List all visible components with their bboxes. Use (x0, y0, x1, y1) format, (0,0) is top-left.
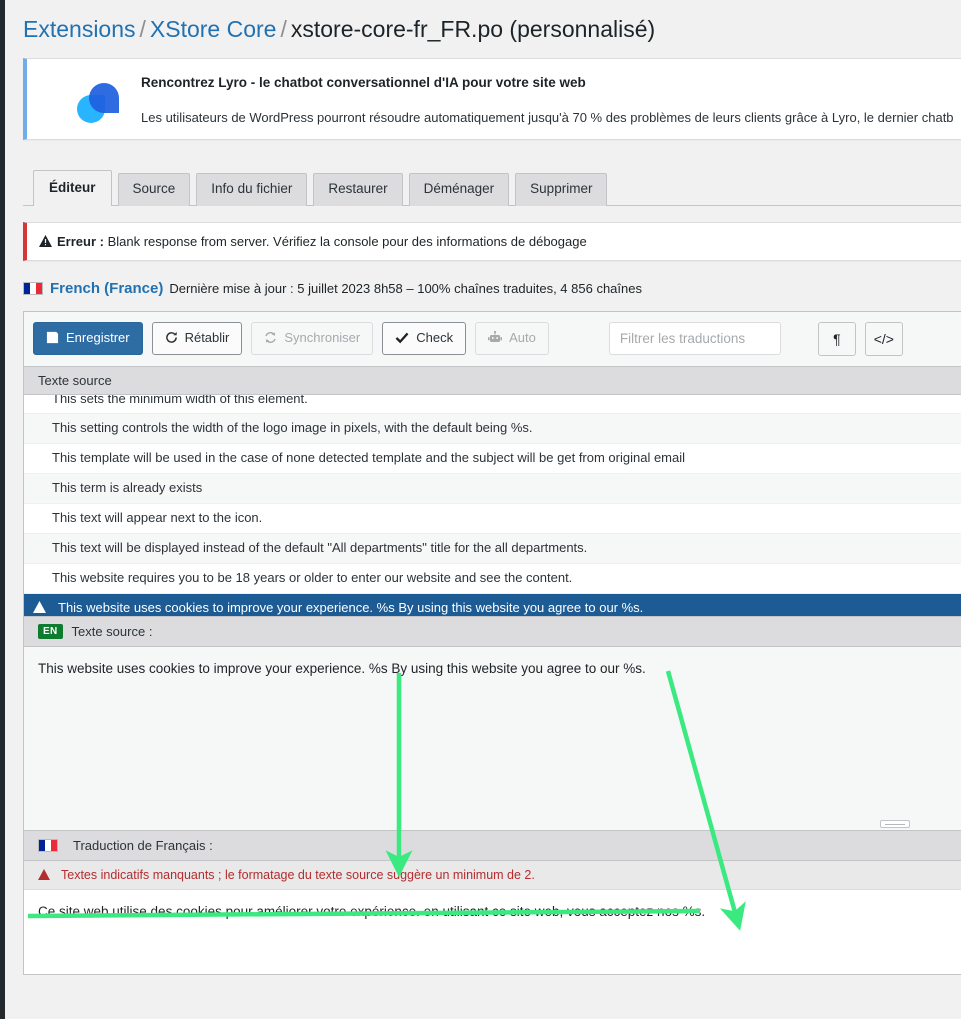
auto-translate-button-label: Auto (509, 330, 536, 346)
language-badge-en: EN (38, 623, 63, 639)
table-row[interactable]: This template will be used in the case o… (24, 444, 961, 475)
breadcrumb-separator-2: / (280, 16, 287, 42)
robot-icon (488, 330, 503, 346)
translation-warning: Textes indicatifs manquants ; le formata… (24, 860, 961, 890)
refresh-cw-icon (165, 331, 178, 346)
table-header-texte-source: Texte source (24, 365, 961, 395)
tab-demenager[interactable]: Déménager (408, 173, 510, 206)
show-code-toggle-button[interactable]: </> (864, 321, 903, 356)
notice-description: Les utilisateurs de WordPress pourront r… (141, 109, 953, 125)
page-root: Extensions / XStore Core / xstore-core-fr_FR… (0, 0, 961, 1019)
table-row-selected-label: This website uses cookies to improve you… (58, 599, 644, 615)
sync-button[interactable]: Synchroniser (251, 322, 374, 356)
translation-label: Traduction de Français : (73, 837, 213, 853)
resize-handle[interactable] (880, 819, 910, 828)
translation-editor-panel: Enregistrer Rétablir Synchroniser Check … (23, 310, 961, 975)
language-summary: French (France) Dernière mise à jour : 5… (23, 280, 961, 297)
content-column: Extensions / XStore Core / xstore-core-fr_FR… (5, 0, 961, 1019)
revert-button[interactable]: Rétablir (151, 322, 243, 356)
notice-title: Rencontrez Lyro - le chatbot conversatio… (141, 74, 586, 90)
show-whitespace-toggle-button[interactable]: ¶ (817, 321, 856, 356)
auto-translate-button[interactable]: Auto (475, 322, 549, 356)
translation-header: Traduction de Français : (24, 829, 961, 861)
warning-triangle-icon (33, 600, 46, 616)
code-icon: </> (873, 330, 894, 347)
table-row[interactable]: This text will be displayed instead of t… (24, 533, 961, 564)
flag-france-icon (23, 281, 43, 295)
revert-button-label: Rétablir (184, 330, 230, 346)
table-row[interactable]: This sets the minimum width of this elem… (24, 395, 961, 415)
breadcrumb-link-extensions[interactable]: Extensions (23, 16, 136, 42)
notice-body: Rencontrez Lyro - le chatbot conversatio… (141, 73, 953, 125)
floppy-disk-icon (46, 331, 59, 346)
source-text-value: This website uses cookies to improve you… (38, 660, 646, 676)
lyro-promo-notice: Rencontrez Lyro - le chatbot conversatio… (23, 57, 961, 140)
breadcrumb-link-xstore-core[interactable]: XStore Core (150, 16, 277, 42)
tab-restaurer[interactable]: Restaurer (313, 173, 403, 206)
breadcrumb-current-file: xstore-core-fr_FR.po (personnalisé) (290, 16, 656, 42)
tab-editeur[interactable]: Éditeur (33, 170, 112, 206)
source-text-label: Texte source : (71, 623, 153, 639)
table-row-selected[interactable]: This website uses cookies to improve you… (24, 593, 961, 616)
check-button-label: Check (416, 330, 454, 346)
tab-supprimer[interactable]: Supprimer (515, 173, 608, 206)
warning-triangle-icon (39, 234, 52, 250)
save-button[interactable]: Enregistrer (33, 322, 143, 356)
save-button-label: Enregistrer (66, 330, 130, 346)
lyro-logo-icon (75, 79, 127, 125)
translation-warning-text: Textes indicatifs manquants ; le formata… (61, 867, 535, 882)
check-button[interactable]: Check (382, 322, 467, 356)
tab-source[interactable]: Source (117, 173, 191, 206)
error-message: Blank response from server. Vérifiez la … (107, 233, 587, 249)
editor-toolbar: Enregistrer Rétablir Synchroniser Check … (24, 311, 961, 366)
sync-icon (264, 331, 277, 346)
table-row[interactable]: This setting controls the width of the l… (24, 414, 961, 445)
source-text-header: EN Texte source : (24, 615, 961, 647)
breadcrumb: Extensions / XStore Core / xstore-core-fr_FR… (5, 0, 961, 58)
strings-list[interactable]: This sets the minimum width of this elem… (24, 394, 961, 616)
translation-text-area[interactable]: Ce site web utilise des cookies pour amé… (24, 889, 961, 974)
error-notice: Erreur : Blank response from server. Vér… (23, 221, 961, 261)
pilcrow-icon: ¶ (833, 330, 841, 347)
tab-info-du-fichier[interactable]: Info du fichier (196, 173, 308, 206)
warning-triangle-icon (38, 868, 50, 883)
error-label: Erreur : (57, 233, 104, 249)
source-text-area[interactable]: This website uses cookies to improve you… (24, 646, 961, 830)
language-meta: Dernière mise à jour : 5 juillet 2023 8h… (169, 280, 642, 296)
flag-france-icon (38, 838, 58, 852)
translation-text-value: Ce site web utilise des cookies pour amé… (38, 903, 706, 919)
table-row[interactable]: This text will appear next to the icon. (24, 504, 961, 534)
checkmark-icon (395, 332, 409, 346)
table-row[interactable]: This website requires you to be 18 years… (24, 564, 961, 594)
sync-button-label: Synchroniser (284, 330, 361, 346)
editor-tabs: Éditeur Source Info du fichier Restaurer… (23, 170, 961, 206)
language-name[interactable]: French (France) (50, 280, 163, 297)
breadcrumb-separator: / (139, 16, 146, 42)
filter-input[interactable] (608, 322, 781, 356)
table-row[interactable]: This term is already exists (24, 474, 961, 504)
